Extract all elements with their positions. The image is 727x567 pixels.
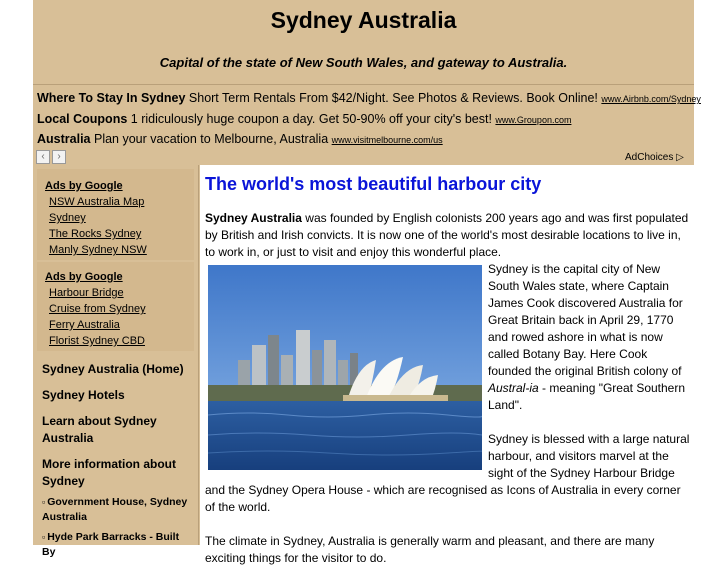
intro-paragraph: Sydney Australia was founded by English … [205, 210, 690, 261]
sidebar-ad-link[interactable]: Harbour Bridge [37, 285, 194, 301]
ad-pager: ‹ › [36, 150, 66, 164]
bullet-icon: ▫ [42, 497, 46, 507]
ad-url[interactable]: www.Airbnb.com/Sydney [601, 94, 701, 104]
sidebar-ad-link[interactable]: Florist Sydney CBD [37, 333, 194, 349]
ad-title[interactable]: Local Coupons [37, 112, 127, 126]
next-ad-button[interactable]: › [52, 150, 66, 164]
ad-title[interactable]: Where To Stay In Sydney [37, 91, 185, 105]
history-italic: Austral-ia [488, 381, 539, 395]
ads-by-google-link[interactable]: Ads by Google [37, 179, 194, 194]
ad-unit[interactable]: Local Coupons 1 ridiculously huge coupon… [37, 112, 571, 126]
ad-url[interactable]: www.visitmelbourne.com/us [332, 135, 443, 145]
sidebar-nav: Sydney Australia (Home) Sydney Hotels Le… [33, 361, 198, 560]
sidebar-ad-link[interactable]: NSW Australia Map [37, 194, 194, 210]
photo-graphic [208, 265, 482, 470]
nav-link-hotels[interactable]: Sydney Hotels [33, 387, 198, 404]
sidebar-ad-link[interactable]: Manly Sydney NSW [37, 242, 194, 258]
sidebar: Ads by Google NSW Australia Map Sydney T… [33, 165, 199, 558]
nav-sublink-label: Government House, Sydney Australia [42, 496, 188, 523]
sidebar-ad-link[interactable]: Ferry Australia [37, 317, 194, 333]
nav-link-more-info[interactable]: More information about Sydney [33, 456, 183, 490]
nav-sublink[interactable]: ▫ Hyde Park Barracks - Built By [33, 530, 193, 560]
ad-text: Plan your vacation to Melbourne, Austral… [93, 132, 329, 146]
ad-title[interactable]: Australia [37, 132, 91, 146]
history-text: Sydney is the capital city of New South … [488, 262, 683, 378]
sidebar-ads-box: Ads by Google NSW Australia Map Sydney T… [37, 169, 194, 260]
intro-bold: Sydney Australia [205, 211, 302, 225]
climate-paragraph: The climate in Sydney, Australia is gene… [205, 534, 655, 565]
site-tagline: Capital of the state of New South Wales,… [159, 55, 568, 70]
nav-link-home[interactable]: Sydney Australia (Home) [33, 361, 198, 378]
page-background: Sydney Australia Capital of the state of… [33, 0, 701, 565]
site-title: Sydney Australia [270, 7, 457, 33]
adchoices-link[interactable]: AdChoices ▷ [625, 152, 684, 163]
main-content: The world's most beautiful harbour city … [200, 165, 694, 565]
nav-sublink[interactable]: ▫ Government House, Sydney Australia [33, 495, 193, 525]
sydney-opera-house-photo [208, 265, 482, 470]
ad-unit[interactable]: Where To Stay In Sydney Short Term Renta… [37, 91, 701, 105]
sidebar-ads-box: Ads by Google Harbour Bridge Cruise from… [37, 262, 194, 351]
site-header: Sydney Australia Capital of the state of… [33, 0, 694, 80]
nav-link-learn[interactable]: Learn about Sydney Australia [33, 413, 183, 447]
page-heading: The world's most beautiful harbour city [205, 174, 542, 194]
ad-text: Short Term Rentals From $42/Night. See P… [188, 91, 598, 105]
ads-by-google-link[interactable]: Ads by Google [37, 270, 194, 285]
prev-ad-button[interactable]: ‹ [36, 150, 50, 164]
ad-unit[interactable]: Australia Plan your vacation to Melbourn… [37, 132, 443, 146]
top-ad-block: Where To Stay In Sydney Short Term Renta… [33, 84, 701, 165]
ad-url[interactable]: www.Groupon.com [495, 115, 571, 125]
sidebar-ad-link[interactable]: Cruise from Sydney [37, 301, 194, 317]
sidebar-ad-link[interactable]: The Rocks Sydney [37, 226, 194, 242]
bullet-icon: ▫ [42, 532, 46, 542]
ad-text: 1 ridiculously huge coupon a day. Get 50… [130, 112, 492, 126]
sidebar-ad-link[interactable]: Sydney [37, 210, 194, 226]
